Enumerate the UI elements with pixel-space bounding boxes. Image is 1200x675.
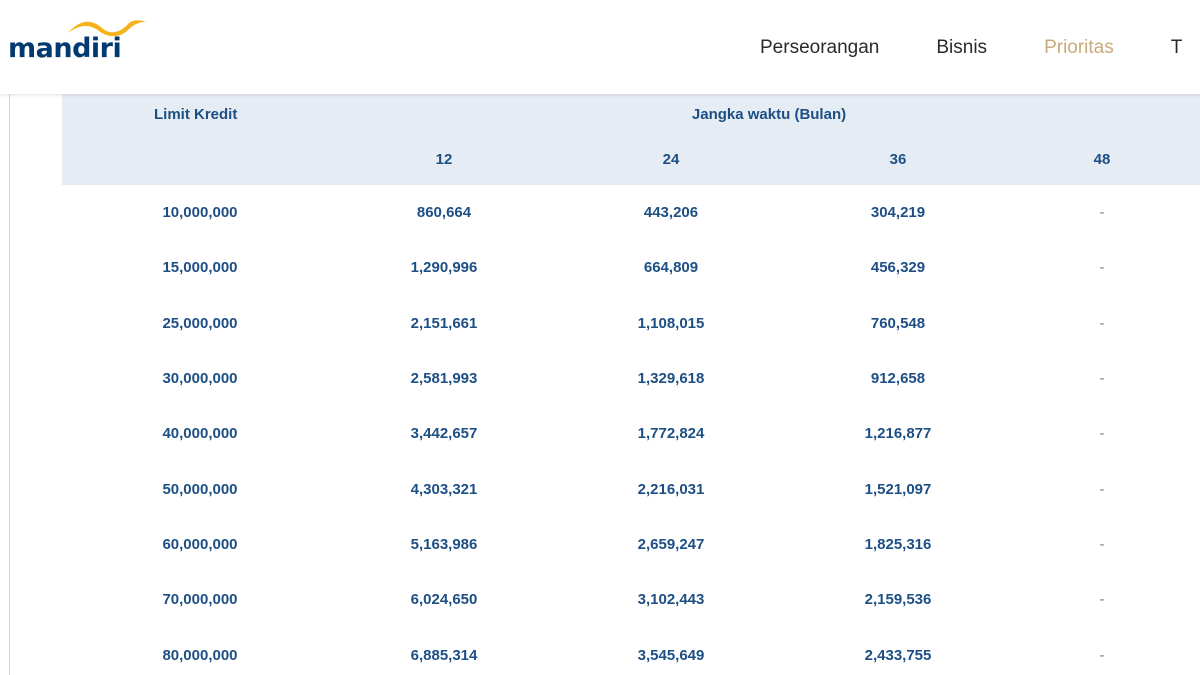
term-header-48: 48 — [1004, 134, 1200, 185]
installment-cell: - — [1099, 646, 1105, 664]
installment-cell: 443,206 — [643, 204, 699, 222]
table-row: 70,000,000 6,024,650 3,102,443 2,159,536 - — [62, 572, 1200, 627]
limit-cell: 30,000,000 — [162, 370, 238, 388]
installment-cell: 912,658 — [870, 370, 926, 388]
term-header-row: 12 24 36 48 — [62, 134, 1200, 185]
nav-item-prioritas[interactable]: Prioritas — [1044, 37, 1114, 59]
installment-cell: - — [1099, 480, 1105, 498]
installment-cell: 1,108,015 — [637, 314, 705, 332]
installment-cell: 2,216,031 — [637, 480, 705, 498]
installment-cell: 1,290,996 — [410, 259, 478, 277]
installment-cell: 4,303,321 — [410, 480, 478, 498]
table-row: 25,000,000 2,151,661 1,108,015 760,548 - — [62, 296, 1200, 351]
installment-cell: - — [1099, 314, 1105, 332]
installment-table-container: Limit Kredit Jangka waktu (Bulan) 12 24 … — [62, 94, 1200, 675]
installment-cell: 2,159,536 — [864, 591, 932, 609]
installment-cell: 456,329 — [870, 259, 926, 277]
installment-cell: - — [1099, 425, 1105, 443]
limit-cell: 40,000,000 — [162, 425, 238, 443]
installment-cell: 664,809 — [643, 259, 699, 277]
table-row: 40,000,000 3,442,657 1,772,824 1,216,877 - — [62, 406, 1200, 461]
installment-cell: 1,329,618 — [637, 370, 705, 388]
installment-cell: 1,825,316 — [864, 535, 932, 553]
page: mandiri Perseorangan Bisnis Prioritas T Lim… — [0, 0, 1200, 675]
term-header-12: 12 — [338, 134, 550, 185]
table-row: 60,000,000 5,163,986 2,659,247 1,825,316 - — [62, 517, 1200, 572]
installment-cell: - — [1099, 370, 1105, 388]
term-header-24: 24 — [550, 134, 792, 185]
table-row: 50,000,000 4,303,321 2,216,031 1,521,097 - — [62, 461, 1200, 516]
limit-cell: 25,000,000 — [162, 314, 238, 332]
installment-cell: 860,664 — [416, 204, 472, 222]
installment-cell: 5,163,986 — [410, 535, 478, 553]
table-row: 15,000,000 1,290,996 664,809 456,329 - — [62, 240, 1200, 295]
installment-cell: 6,885,314 — [410, 646, 478, 664]
nav-item-t[interactable]: T — [1171, 37, 1183, 59]
term-header-36: 36 — [792, 134, 1004, 185]
brand-name: mandiri — [8, 33, 122, 64]
table-row: 30,000,000 2,581,993 1,329,618 912,658 - — [62, 351, 1200, 406]
installment-cell: 6,024,650 — [410, 591, 478, 609]
limit-cell: 60,000,000 — [162, 535, 238, 553]
limit-cell: 10,000,000 — [162, 204, 238, 222]
left-divider — [9, 94, 10, 675]
installment-cell: - — [1099, 535, 1105, 553]
installment-cell: - — [1099, 204, 1105, 222]
site-header: mandiri Perseorangan Bisnis Prioritas T — [0, 0, 1200, 94]
installment-cell: 3,102,443 — [637, 591, 705, 609]
installment-cell: 304,219 — [870, 204, 926, 222]
installment-cell: 1,216,877 — [864, 425, 932, 443]
installment-cell: 2,433,755 — [864, 646, 932, 664]
empty-header-cell — [62, 134, 338, 185]
installment-cell: 2,659,247 — [637, 535, 705, 553]
limit-cell: 80,000,000 — [162, 646, 238, 664]
installment-cell: - — [1099, 259, 1105, 277]
table-row: 80,000,000 6,885,314 3,545,649 2,433,755 - — [62, 627, 1200, 675]
table-header-row: Limit Kredit Jangka waktu (Bulan) — [62, 94, 1200, 134]
limit-cell: 70,000,000 — [162, 591, 238, 609]
mandiri-logo[interactable]: mandiri — [8, 16, 148, 66]
installment-cell: 2,581,993 — [410, 370, 478, 388]
nav-item-perseorangan[interactable]: Perseorangan — [760, 37, 879, 59]
installment-cell: 1,521,097 — [864, 480, 932, 498]
installment-cell: 760,548 — [870, 314, 926, 332]
main-nav: Perseorangan Bisnis Prioritas T — [760, 36, 1182, 60]
nav-item-bisnis[interactable]: Bisnis — [936, 37, 987, 59]
table-row: 10,000,000 860,664 443,206 304,219 - — [62, 185, 1200, 240]
installment-cell: 3,442,657 — [410, 425, 478, 443]
installment-cell: - — [1099, 591, 1105, 609]
installment-cell: 3,545,649 — [637, 646, 705, 664]
installment-cell: 2,151,661 — [410, 314, 478, 332]
installment-cell: 1,772,824 — [637, 425, 705, 443]
limit-column-header: Limit Kredit — [62, 94, 338, 134]
term-group-header: Jangka waktu (Bulan) — [338, 94, 1200, 134]
installment-table: Limit Kredit Jangka waktu (Bulan) 12 24 … — [62, 94, 1200, 675]
limit-cell: 50,000,000 — [162, 480, 238, 498]
limit-cell: 15,000,000 — [162, 259, 238, 277]
